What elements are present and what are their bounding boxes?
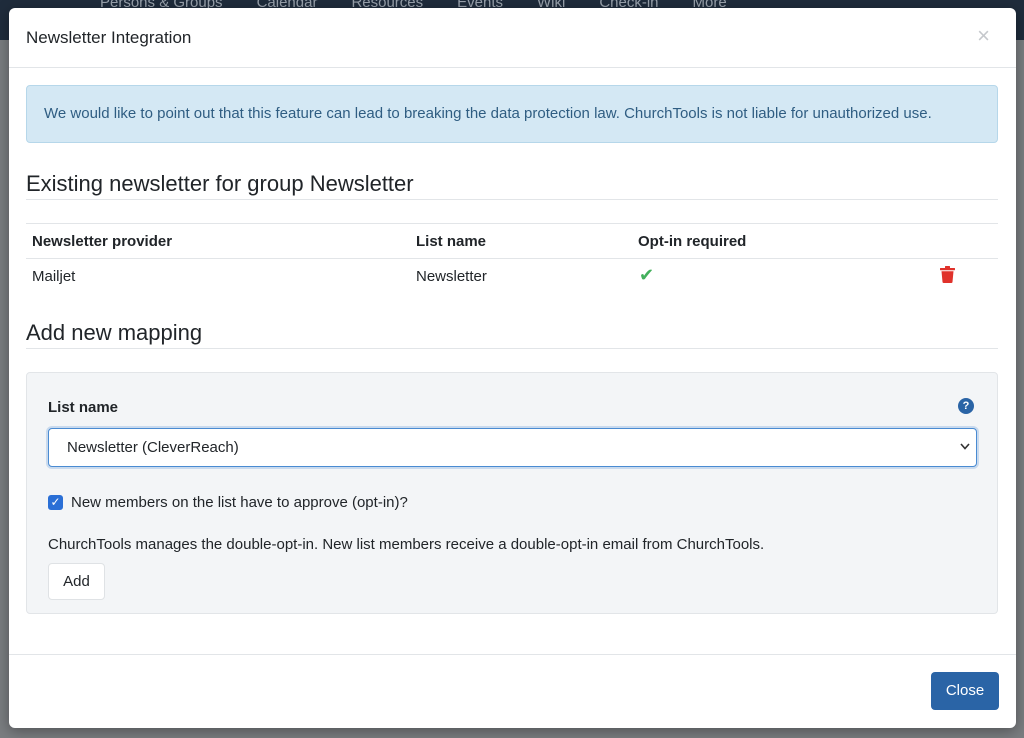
opt-in-checkbox[interactable]: ✓ — [48, 495, 63, 510]
column-header-list-name: List name — [416, 233, 487, 250]
list-name-label: List name — [48, 399, 119, 416]
close-button[interactable]: Close — [931, 672, 999, 710]
chevron-down-icon — [960, 441, 970, 453]
data-protection-alert: We would like to point out that this fea… — [26, 85, 998, 143]
list-name-cell: Newsletter — [416, 268, 487, 285]
opt-in-label: New members on the list have to approve … — [71, 494, 408, 511]
section-divider — [26, 348, 998, 349]
help-icon[interactable]: ? — [958, 398, 974, 414]
table-header-row: Newsletter provider List name Opt-in req… — [26, 223, 998, 258]
checkmark-icon: ✔ — [639, 265, 655, 285]
double-opt-in-note: ChurchTools manages the double-opt-in. N… — [48, 536, 765, 553]
provider-cell: Mailjet — [32, 268, 76, 285]
modal-header: Newsletter Integration × — [9, 8, 1016, 68]
add-mapping-heading: Add new mapping — [26, 320, 203, 345]
newsletter-integration-modal: Newsletter Integration × We would like t… — [9, 8, 1016, 728]
modal-title: Newsletter Integration — [26, 28, 192, 47]
existing-newsletter-heading: Existing newsletter for group Newsletter — [26, 171, 414, 196]
close-icon[interactable]: × — [977, 25, 990, 47]
table-row: Mailjet Newsletter ✔ — [26, 258, 998, 293]
add-mapping-form: List name ? Newsletter (CleverReach) ✓ N… — [26, 372, 998, 614]
list-name-select[interactable]: Newsletter (CleverReach) — [48, 428, 977, 467]
selected-list-value: Newsletter (CleverReach) — [67, 439, 239, 456]
column-header-opt-in: Opt-in required — [638, 233, 747, 250]
column-header-provider: Newsletter provider — [32, 233, 173, 250]
add-button[interactable]: Add — [48, 563, 105, 600]
delete-trash-icon[interactable] — [940, 266, 955, 288]
section-divider — [26, 199, 998, 200]
modal-footer-divider — [9, 654, 1016, 655]
